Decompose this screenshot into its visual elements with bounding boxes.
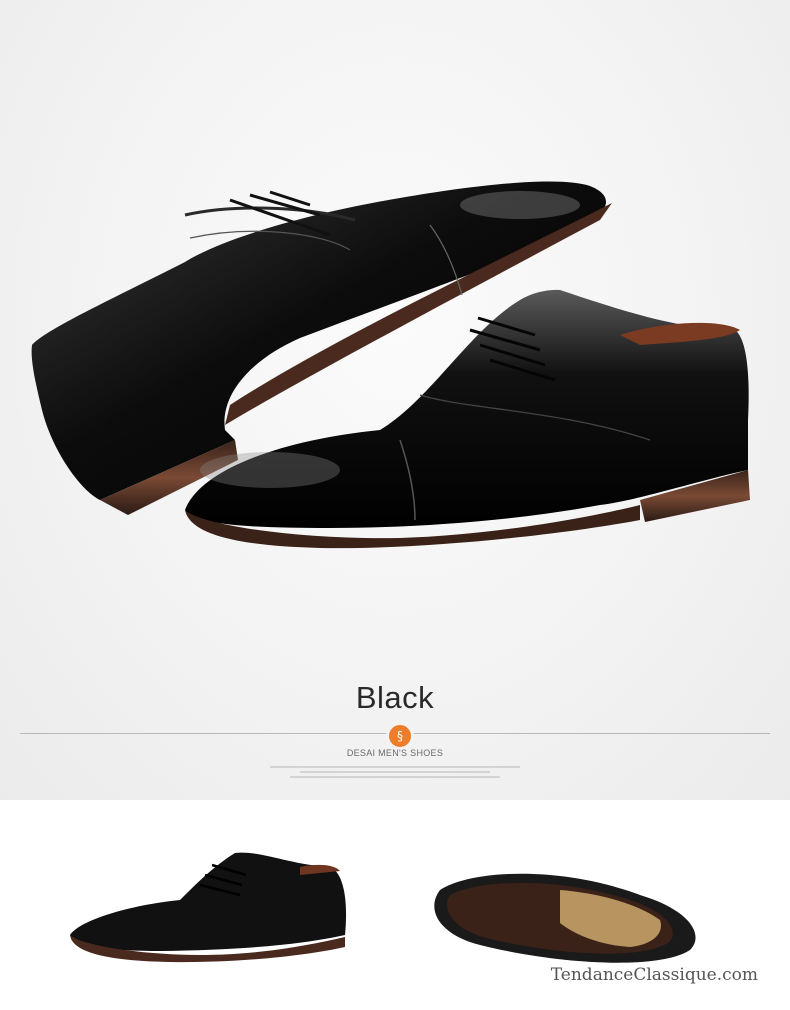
swirl-icon: § — [386, 722, 414, 750]
site-watermark: TendanceClassique.com — [550, 965, 758, 985]
brand-line: DESAI MEN'S SHOES — [346, 748, 444, 758]
fine-print-line — [300, 771, 490, 773]
fine-print-line — [270, 766, 520, 768]
color-title: Black — [355, 680, 435, 715]
sole-view-shoe — [434, 873, 696, 963]
fine-print-line — [290, 776, 500, 778]
shoe-pair-image — [31, 181, 750, 549]
hero-banner: Black § DESAI MEN'S SHOES — [0, 0, 790, 800]
side-view-shoe — [70, 852, 347, 963]
